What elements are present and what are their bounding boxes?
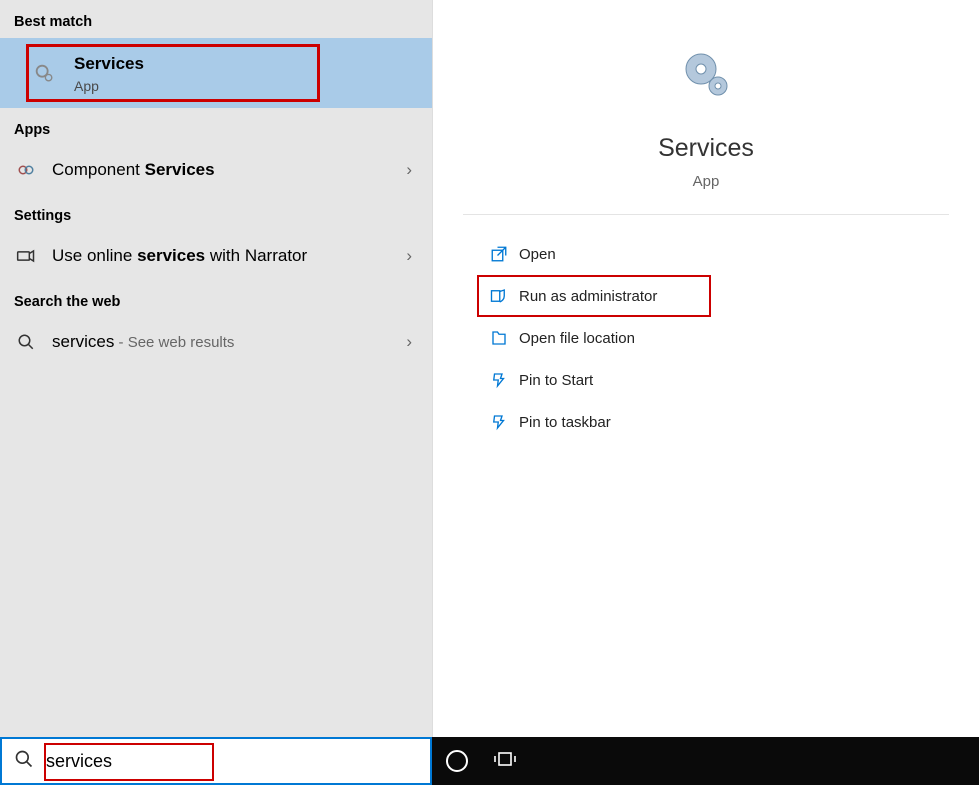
web-item-label: services - See web results — [52, 332, 406, 352]
open-icon — [479, 245, 519, 263]
settings-header: Settings — [0, 194, 432, 232]
app-title: Services — [433, 134, 979, 163]
action-run-admin-label: Run as administrator — [519, 288, 657, 305]
component-services-icon — [14, 161, 38, 179]
web-header: Search the web — [0, 280, 432, 318]
action-open-location[interactable]: Open file location — [479, 317, 979, 359]
apps-header: Apps — [0, 108, 432, 146]
search-icon — [2, 749, 46, 774]
taskbar — [0, 737, 979, 785]
search-input[interactable] — [46, 751, 430, 772]
action-pin-start[interactable]: Pin to Start — [479, 359, 979, 401]
taskbar-right — [432, 737, 979, 785]
web-item-services[interactable]: services - See web results › — [0, 318, 432, 366]
action-pin-start-label: Pin to Start — [519, 372, 593, 389]
settings-item-label: Use online services with Narrator — [52, 246, 406, 266]
apps-item-label: Component Services — [52, 160, 406, 180]
highlight-box — [26, 44, 320, 102]
action-open[interactable]: Open — [479, 233, 979, 275]
gears-icon — [32, 61, 56, 85]
best-match-services[interactable]: Services App — [0, 38, 432, 108]
shield-icon — [479, 287, 519, 305]
action-pin-taskbar[interactable]: Pin to taskbar — [479, 401, 979, 443]
search-icon — [14, 333, 38, 351]
pin-icon — [479, 413, 519, 431]
action-pin-taskbar-label: Pin to taskbar — [519, 414, 611, 431]
settings-item-narrator[interactable]: Use online services with Narrator › — [0, 232, 432, 280]
best-match-header: Best match — [0, 0, 432, 38]
app-sub: App — [433, 173, 979, 190]
details-panel: Services App Open Run as administrator — [432, 0, 979, 737]
chevron-right-icon: › — [406, 160, 412, 180]
action-open-label: Open — [519, 246, 556, 263]
folder-icon — [479, 329, 519, 347]
best-match-title: Services — [74, 52, 144, 76]
action-run-admin[interactable]: Run as administrator — [477, 275, 711, 317]
best-match-sub: App — [74, 78, 144, 94]
chevron-right-icon: › — [406, 332, 412, 352]
task-view-icon[interactable] — [494, 750, 516, 773]
narrator-icon — [14, 246, 38, 266]
search-results-panel: Best match Services App Apps Component S… — [0, 0, 432, 737]
cortana-icon[interactable] — [446, 750, 468, 772]
action-open-location-label: Open file location — [519, 330, 635, 347]
chevron-right-icon: › — [406, 246, 412, 266]
apps-item-component-services[interactable]: Component Services › — [0, 146, 432, 194]
gears-large-icon — [676, 46, 736, 106]
search-box[interactable] — [0, 737, 432, 785]
pin-icon — [479, 371, 519, 389]
